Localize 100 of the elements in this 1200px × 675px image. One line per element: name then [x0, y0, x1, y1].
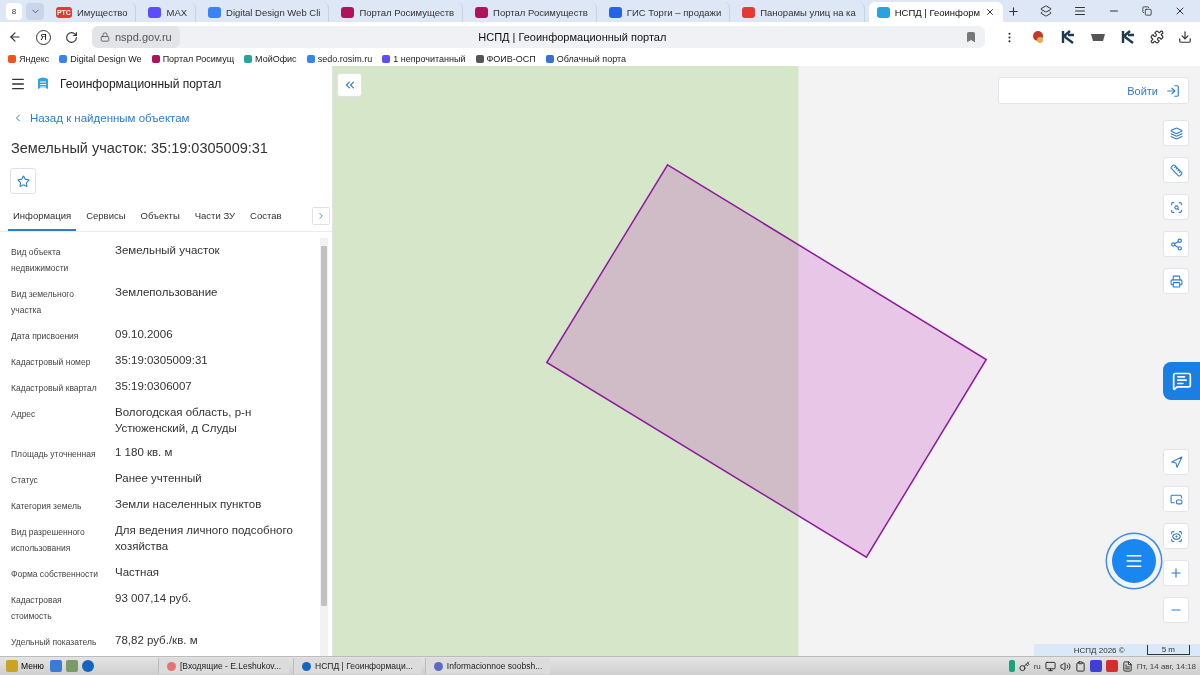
- scrollbar[interactable]: [320, 238, 328, 656]
- scrollbar-thumb[interactable]: [321, 246, 327, 606]
- info-tab[interactable]: Состав: [245, 204, 287, 231]
- new-tab-button[interactable]: [1007, 4, 1020, 18]
- field-label: Удельный показатель: [11, 636, 98, 649]
- back-link[interactable]: Назад к найденным объектам: [30, 112, 190, 124]
- tab-title: ГИС Торги – продажи: [626, 6, 722, 18]
- portal-title: Геоинформационный портал: [60, 77, 222, 91]
- plus-icon: [1169, 566, 1183, 580]
- collections-button[interactable]: [1040, 5, 1052, 17]
- clock: Пт, 14 авг, 14:18: [1136, 661, 1196, 671]
- back-button[interactable]: [8, 30, 22, 44]
- bookmark-title: ФОИВ-ОСП: [486, 54, 536, 64]
- field-value: 35:19:0306007: [115, 379, 193, 394]
- close-icon[interactable]: [985, 7, 995, 17]
- menu-button[interactable]: [10, 76, 26, 92]
- menu-icon: [10, 76, 26, 92]
- downloads-button[interactable]: [1178, 30, 1192, 44]
- feedback-button[interactable]: [1163, 362, 1200, 400]
- field-label: Кадастровый номер: [11, 356, 92, 369]
- bookmark-link[interactable]: Яндекс: [8, 54, 50, 64]
- taskbar-window-button[interactable]: Informacionnoe soobsh...: [424, 658, 551, 674]
- info-tab[interactable]: Объекты: [135, 204, 185, 231]
- layers-button[interactable]: [1163, 120, 1189, 146]
- bookmark-link[interactable]: sedo.rosim.ru: [306, 54, 373, 64]
- tab-title: Панорамы улиц на ка: [760, 6, 856, 18]
- keyboard-layout[interactable]: ru: [1033, 661, 1041, 671]
- star-icon: [16, 174, 30, 188]
- field-value: 35:19:0305009:31: [115, 353, 209, 368]
- ruler-icon: [1169, 163, 1183, 177]
- desktop-icon[interactable]: [50, 660, 62, 672]
- zoom-in-button[interactable]: [1163, 560, 1189, 586]
- scan-eye-icon: [1169, 529, 1183, 543]
- home-button[interactable]: Я: [36, 29, 51, 45]
- clipboard-icon[interactable]: [1074, 660, 1086, 672]
- bookmark-icon[interactable]: [965, 31, 977, 43]
- share-icon: [1169, 237, 1183, 251]
- tab-title: Портал Росимуществ: [493, 6, 588, 18]
- reload-button[interactable]: [65, 30, 78, 44]
- minimap-button[interactable]: [1163, 486, 1189, 512]
- reload-icon: [65, 30, 78, 44]
- extension-icon[interactable]: [1120, 29, 1136, 45]
- browser-tab[interactable]: НСПД | Геоинформ: [868, 2, 1003, 22]
- field-label: Статус: [11, 474, 39, 487]
- favorite-button[interactable]: [10, 168, 36, 194]
- tab-title: Портал Росимуществ: [359, 6, 455, 18]
- navigation-button[interactable]: [1163, 449, 1189, 475]
- tray-app-icon[interactable]: [1089, 660, 1102, 672]
- tray-app-icon[interactable]: [1105, 660, 1118, 672]
- message-icon: [1171, 371, 1192, 391]
- taskbar-window-button[interactable]: [Входящие - E.Leshukov...: [158, 658, 290, 674]
- scan-search-icon: [1169, 200, 1183, 214]
- url-field[interactable]: nspd.gov.ru: [92, 26, 180, 48]
- restore-button[interactable]: [1142, 6, 1152, 16]
- layers-icon: [1169, 126, 1183, 140]
- info-tab[interactable]: Сервисы: [81, 204, 131, 231]
- tab-title: НСПД | Геоинформ: [894, 6, 980, 18]
- tab-title: Имущество: [76, 6, 128, 18]
- object-title: Земельный участок: 35:19:0305009:31: [10, 139, 269, 158]
- notes-icon[interactable]: [1121, 660, 1133, 672]
- address-bar[interactable]: nspd.gov.ru НСПД | Геоинформационный портал: [92, 26, 985, 48]
- key-icon[interactable]: [1018, 660, 1030, 672]
- download-icon: [1178, 30, 1192, 44]
- field-value: Земельный участок: [115, 243, 221, 258]
- field-value: Землепользование: [115, 285, 219, 300]
- bookmark-link[interactable]: ФОИВ-ОСП: [475, 54, 536, 64]
- field-label: Форма собственности: [11, 568, 99, 581]
- chevron-right-icon: [316, 211, 326, 221]
- field-label: Адрес: [11, 408, 37, 421]
- collapse-panel-button[interactable]: [337, 73, 362, 97]
- print-button[interactable]: [1163, 268, 1189, 294]
- locate-button[interactable]: [1163, 523, 1189, 549]
- display-icon[interactable]: [1044, 660, 1056, 672]
- share-button[interactable]: [1163, 231, 1189, 257]
- extension-icon[interactable]: [1060, 29, 1076, 45]
- close-window-button[interactable]: [1174, 5, 1186, 17]
- bookmark-title: МойОфис: [255, 54, 297, 64]
- start-menu-button[interactable]: Меню: [4, 660, 46, 672]
- field-label: Вид объекта недвижимости: [11, 246, 70, 275]
- portal-logo-icon: [36, 76, 50, 92]
- field-value: Земли населенных пунктов: [115, 497, 263, 512]
- volume-icon[interactable]: [1059, 660, 1071, 672]
- info-tab[interactable]: Части ЗУ: [189, 204, 241, 231]
- bookmark-link[interactable]: МойОфис: [244, 54, 297, 64]
- area-search-button[interactable]: [1163, 194, 1189, 220]
- field-label: Вид земельного участка: [11, 288, 75, 317]
- menu-button[interactable]: [1074, 5, 1086, 17]
- bookmark-title: Яндекс: [19, 54, 50, 64]
- taskbar-window-button[interactable]: НСПД | Геоинформаци...: [293, 658, 421, 674]
- tab-counter[interactable]: 8: [6, 2, 22, 20]
- info-tab[interactable]: Информация: [8, 204, 77, 231]
- extensions-button[interactable]: [1150, 30, 1164, 44]
- login-button[interactable]: Войти: [998, 77, 1189, 104]
- extension-icon[interactable]: [1030, 29, 1046, 45]
- lines-icon: [1125, 552, 1143, 570]
- browser-launcher-icon[interactable]: [82, 660, 94, 672]
- field-label: Кадастровый квартал: [11, 382, 98, 395]
- tab-title: Digital Design Web Cli: [226, 6, 321, 18]
- ruler-button[interactable]: [1163, 157, 1189, 183]
- printer-icon: [1169, 274, 1183, 288]
